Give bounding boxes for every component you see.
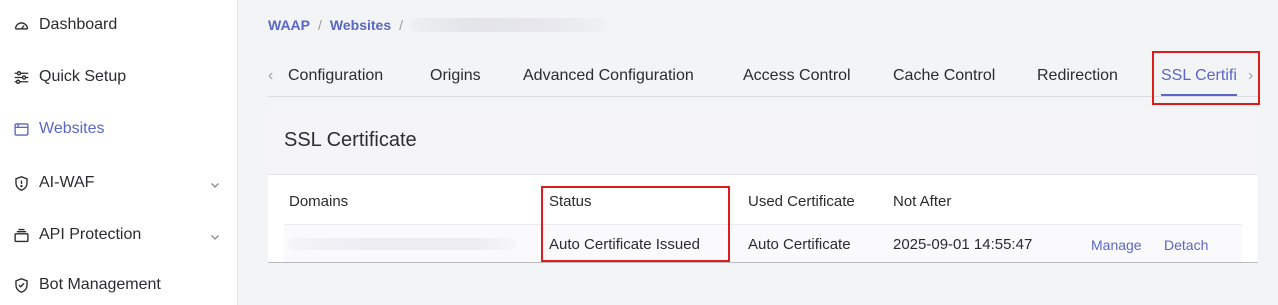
sidebar-item-ai-waf[interactable]: AI-WAF [0, 163, 238, 203]
sidebar-item-websites[interactable]: Websites [0, 109, 238, 149]
main-content: WAAP / Websites / ‹ Configuration Origin… [238, 0, 1278, 305]
sidebar-item-label: Bot Management [39, 276, 161, 293]
api-stack-icon [12, 226, 30, 244]
chevron-down-icon[interactable] [210, 229, 220, 240]
tab-bar: ‹ Configuration Origins Advanced Configu… [268, 60, 1258, 97]
sidebar-item-label: AI-WAF [39, 174, 95, 191]
breadcrumb-websites[interactable]: Websites [330, 17, 391, 33]
sidebar-item-label: Websites [39, 120, 105, 137]
sidebar-item-label: API Protection [39, 226, 142, 243]
shield-icon [12, 174, 30, 192]
column-header-not-after: Not After [893, 193, 952, 210]
sidebar-item-quick-setup[interactable]: Quick Setup [0, 57, 238, 97]
breadcrumb-current-site-redacted [411, 18, 607, 32]
column-header-used-certificate: Used Certificate [748, 193, 855, 210]
sliders-icon [12, 68, 30, 86]
highlight-box-status-column [541, 186, 730, 262]
tab-redirection[interactable]: Redirection [1037, 67, 1118, 85]
ssl-certificate-card: SSL Certificate Domains Status Used Cert… [268, 110, 1258, 263]
tab-advanced-configuration[interactable]: Advanced Configuration [523, 67, 694, 85]
sidebar-item-api-protection[interactable]: API Protection [0, 215, 238, 255]
gauge-icon [12, 16, 30, 34]
manage-link[interactable]: Manage [1091, 237, 1142, 253]
tab-scroll-left-icon[interactable]: ‹ [268, 68, 280, 84]
card-title: SSL Certificate [284, 129, 417, 151]
bot-shield-icon [12, 276, 30, 294]
domain-cell-redacted [288, 238, 518, 250]
sidebar-item-dashboard[interactable]: Dashboard [0, 5, 238, 45]
browser-window-icon [12, 120, 30, 138]
tab-access-control[interactable]: Access Control [743, 67, 851, 85]
breadcrumb-waap[interactable]: WAAP [268, 17, 310, 33]
highlight-box-ssl-tab [1152, 51, 1260, 105]
tab-cache-control[interactable]: Cache Control [893, 67, 995, 85]
breadcrumb-separator: / [318, 17, 322, 33]
sidebar-item-label: Quick Setup [39, 68, 127, 85]
used-certificate-cell: Auto Certificate [748, 236, 851, 253]
tab-configuration[interactable]: Configuration [288, 67, 383, 85]
column-header-domains: Domains [289, 193, 349, 210]
sidebar-item-bot-management[interactable]: Bot Management [0, 265, 238, 305]
card-header: SSL Certificate [268, 110, 1258, 175]
breadcrumb: WAAP / Websites / [268, 17, 607, 33]
breadcrumb-separator: / [399, 17, 403, 33]
not-after-cell: 2025-09-01 14:55:47 [893, 236, 1033, 253]
sidebar-item-label: Dashboard [39, 16, 118, 33]
sidebar: Dashboard Quick Setup Websites AI-WAF AP… [0, 0, 238, 305]
chevron-down-icon[interactable] [210, 177, 220, 188]
tab-origins[interactable]: Origins [430, 67, 481, 85]
detach-link[interactable]: Detach [1164, 237, 1208, 253]
